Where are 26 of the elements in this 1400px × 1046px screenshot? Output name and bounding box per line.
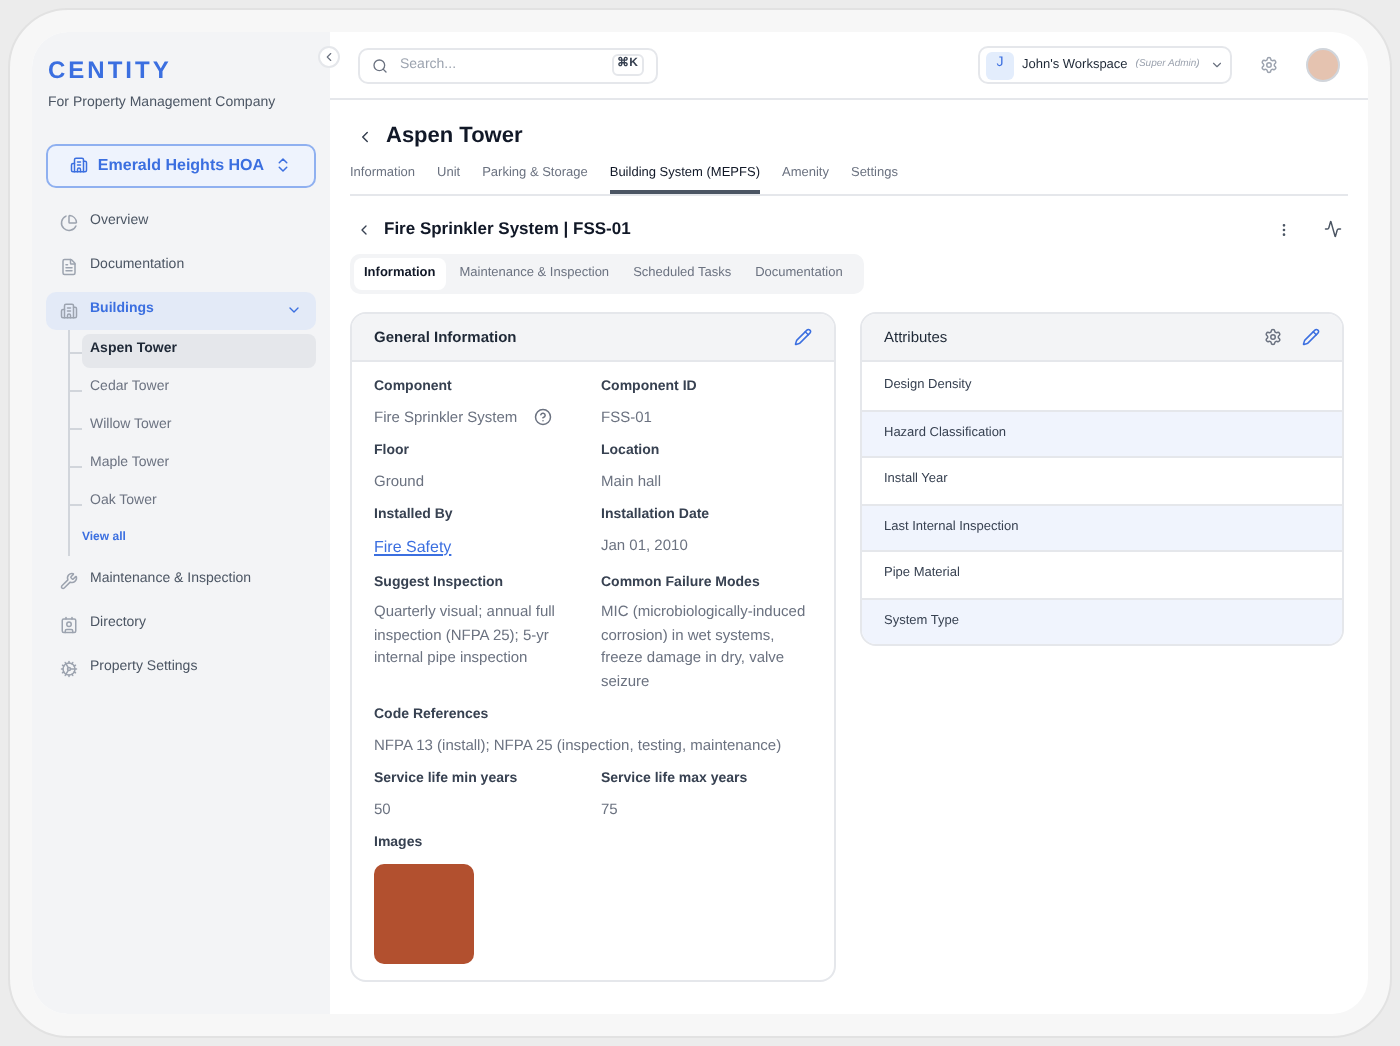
back-icon[interactable] bbox=[356, 221, 372, 238]
chevron-down-icon bbox=[1210, 58, 1224, 72]
settings-icon[interactable] bbox=[1260, 56, 1278, 74]
edit-icon[interactable] bbox=[794, 328, 812, 346]
building-icon bbox=[69, 156, 88, 174]
chevron-left-icon bbox=[322, 50, 336, 64]
chevron-icon[interactable] bbox=[286, 302, 302, 318]
collapse-button[interactable] bbox=[318, 46, 340, 68]
settings-icon[interactable] bbox=[1264, 328, 1282, 346]
search-icon bbox=[372, 57, 388, 73]
nav-icon bbox=[60, 257, 78, 275]
component-title: Fire Sprinkler System | FSS-01 bbox=[384, 216, 633, 242]
activity-icon[interactable] bbox=[1324, 220, 1342, 239]
page-title: Aspen Tower bbox=[386, 122, 523, 152]
nav-icon bbox=[60, 571, 78, 589]
nav-icon bbox=[60, 301, 78, 319]
nav-icon bbox=[60, 659, 78, 677]
help-icon[interactable] bbox=[533, 407, 552, 426]
back-icon[interactable] bbox=[356, 127, 374, 146]
installer-link[interactable]: Fire Safety bbox=[374, 533, 585, 559]
brand-logo: CENTITY bbox=[46, 54, 174, 88]
property-selector[interactable]: Emerald Heights HOA bbox=[46, 143, 316, 187]
chevrons-icon bbox=[274, 156, 293, 174]
nav-icon bbox=[60, 615, 78, 633]
nav-icon bbox=[60, 213, 78, 231]
edit-icon[interactable] bbox=[1302, 328, 1320, 346]
